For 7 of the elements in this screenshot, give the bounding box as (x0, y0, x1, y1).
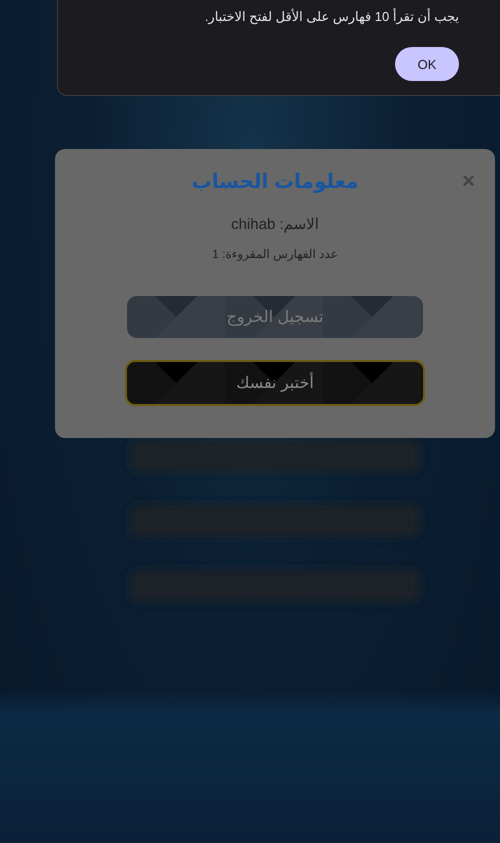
user-name: الاسم: chihab (231, 215, 319, 233)
read-count: عدد الفهارس المقروءة: 1 (212, 247, 338, 261)
dialog-title: معلومات الحساب (192, 170, 358, 195)
alert-message: يجب أن تقرأ 10 فهارس على الأقل لفتح الاختبار. (204, 9, 459, 25)
test-button[interactable]: أختبر نفسك (125, 360, 425, 406)
ok-button[interactable]: OK (395, 47, 459, 81)
logout-button[interactable]: تسجيل الخروج (127, 296, 423, 338)
